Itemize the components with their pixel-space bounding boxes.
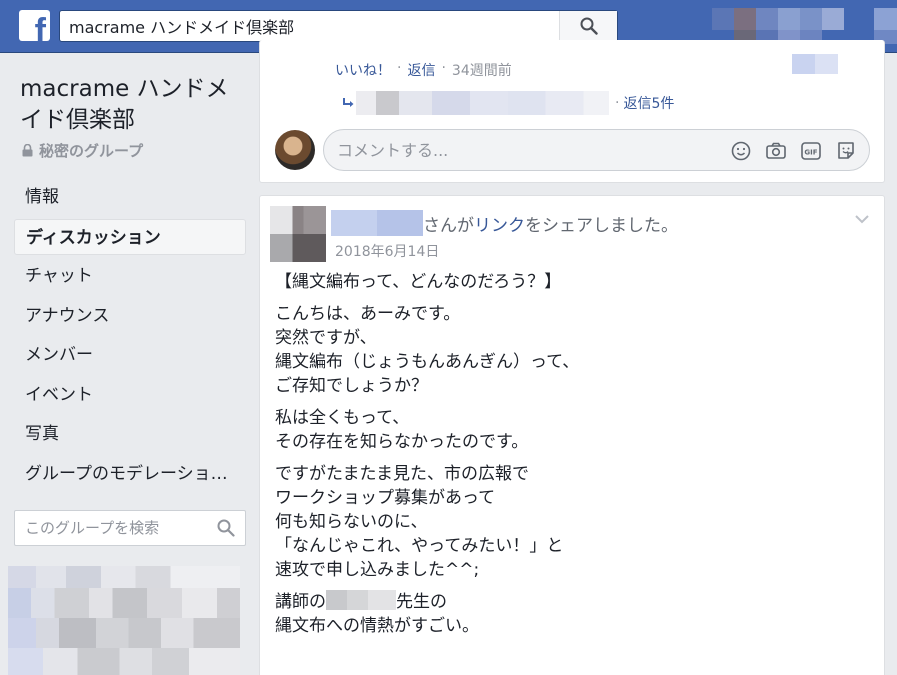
facebook-logo-icon[interactable]: f bbox=[19, 10, 50, 41]
post-header-suffix: さんが bbox=[423, 215, 474, 236]
post-line: 何も知らないのに、 bbox=[275, 512, 428, 532]
lock-icon bbox=[22, 144, 33, 157]
post-author-avatar-blurred[interactable] bbox=[270, 206, 326, 262]
reply-link[interactable]: 返信 bbox=[407, 60, 435, 80]
teacher-prefix: 講師の bbox=[275, 592, 326, 612]
search-icon[interactable] bbox=[217, 519, 235, 537]
sidebar-item-about[interactable]: 情報 bbox=[14, 179, 246, 215]
sidebar-item-photos[interactable]: 写真 bbox=[14, 416, 246, 452]
post-line: 講師の 先生の bbox=[275, 590, 875, 614]
post-line: その存在を知らなかったのです。 bbox=[275, 432, 529, 452]
group-search bbox=[14, 510, 246, 546]
teacher-name-blurred bbox=[326, 590, 396, 610]
group-privacy-text: 秘密のグループ bbox=[39, 142, 144, 160]
comment-input[interactable] bbox=[324, 130, 704, 170]
group-privacy-label: 秘密のグループ bbox=[22, 140, 143, 161]
post-line: ですがたまたま見た、市の広報で bbox=[275, 464, 529, 484]
sticker-icon[interactable] bbox=[834, 139, 858, 163]
gif-icon[interactable]: GIF bbox=[799, 139, 823, 163]
sidebar-item-announcements[interactable]: アナウンス bbox=[14, 298, 246, 334]
camera-icon[interactable] bbox=[764, 139, 788, 163]
post-line: 縄文布への情熱がすごい。 bbox=[275, 616, 479, 636]
avatar[interactable] bbox=[275, 130, 315, 170]
post-paragraph: ですがたまたま見た、市の広報で ワークショップ募集があって 何も知らないのに、 … bbox=[275, 462, 875, 582]
chevron-down-icon[interactable] bbox=[854, 213, 870, 225]
separator: · bbox=[615, 95, 620, 111]
profile-area-blurred[interactable] bbox=[712, 8, 844, 30]
separator: · bbox=[441, 60, 446, 76]
post-line: 「なんじゃこれ、やってみたい！」と bbox=[275, 536, 564, 556]
post-line: 突然ですが、 bbox=[275, 328, 377, 348]
post-link[interactable]: リンク bbox=[474, 211, 525, 236]
post-author-blurred[interactable] bbox=[331, 210, 423, 236]
logo-letter: f bbox=[34, 12, 46, 41]
comment-actions: いいね！ · 返信 · 34週間前 bbox=[335, 60, 512, 80]
sidebar-item-chat[interactable]: チャット bbox=[14, 258, 246, 294]
post-line: 縄文編布（じょうもんあんぎん）って、 bbox=[275, 352, 580, 372]
replier-avatars-blurred bbox=[356, 91, 609, 115]
teacher-suffix: 先生の bbox=[396, 592, 447, 612]
group-name[interactable]: macrame ハンドメイド倶楽部 bbox=[20, 74, 245, 136]
post-line: 速攻で申し込みました^^; bbox=[275, 560, 480, 580]
post-line: こんちは、あーみです。 bbox=[275, 304, 461, 324]
search-icon bbox=[580, 17, 598, 35]
replies-summary[interactable]: · 返信5件 bbox=[342, 90, 674, 116]
global-search-input[interactable] bbox=[60, 11, 560, 41]
post-body: 【縄文編布って、どんなのだろう？】 こんちは、あーみです。 突然ですが、 縄文編… bbox=[275, 270, 875, 646]
separator: · bbox=[397, 60, 402, 76]
comment-composer: GIF bbox=[323, 129, 870, 171]
comment-author-blurred bbox=[792, 54, 838, 74]
post-line: ワークショップ募集があって bbox=[275, 488, 496, 508]
reply-arrow-icon bbox=[343, 98, 354, 107]
post-paragraph: 講師の 先生の 縄文布への情熱がすごい。 bbox=[275, 590, 875, 638]
shortcuts-blurred bbox=[8, 566, 240, 675]
view-replies-link[interactable]: 返信5件 bbox=[623, 93, 674, 113]
emoji-icon[interactable] bbox=[729, 139, 753, 163]
sidebar-item-moderation[interactable]: グループのモデレーショ… bbox=[14, 456, 246, 492]
sidebar-item-events[interactable]: イベント bbox=[14, 377, 246, 413]
svg-text:GIF: GIF bbox=[804, 149, 817, 157]
post-header-tail: をシェアしました。 bbox=[525, 215, 678, 236]
post-line: 私は全くもって、 bbox=[275, 408, 410, 428]
notification-area-blurred[interactable] bbox=[874, 8, 897, 30]
post-paragraph: こんちは、あーみです。 突然ですが、 縄文編布（じょうもんあんぎん）って、 ご存… bbox=[275, 302, 875, 398]
comment-time[interactable]: 34週間前 bbox=[452, 60, 512, 80]
post-line: ご存知でしょうか？ bbox=[275, 376, 428, 396]
like-link[interactable]: いいね！ bbox=[335, 60, 391, 80]
sidebar-item-members[interactable]: メンバー bbox=[14, 337, 246, 373]
search-button[interactable] bbox=[559, 11, 617, 41]
post-paragraph: 私は全くもって、 その存在を知らなかったのです。 bbox=[275, 406, 875, 454]
post-header: さんが リンク をシェアしました。 bbox=[331, 210, 678, 236]
post-line: 【縄文編布って、どんなのだろう？】 bbox=[275, 272, 562, 292]
sidebar-item-discussion[interactable]: ディスカッション bbox=[14, 219, 246, 255]
post-paragraph: 【縄文編布って、どんなのだろう？】 bbox=[275, 270, 875, 294]
group-search-input[interactable] bbox=[15, 511, 205, 545]
post-date[interactable]: 2018年6月14日 bbox=[335, 241, 439, 261]
global-search bbox=[59, 10, 618, 42]
